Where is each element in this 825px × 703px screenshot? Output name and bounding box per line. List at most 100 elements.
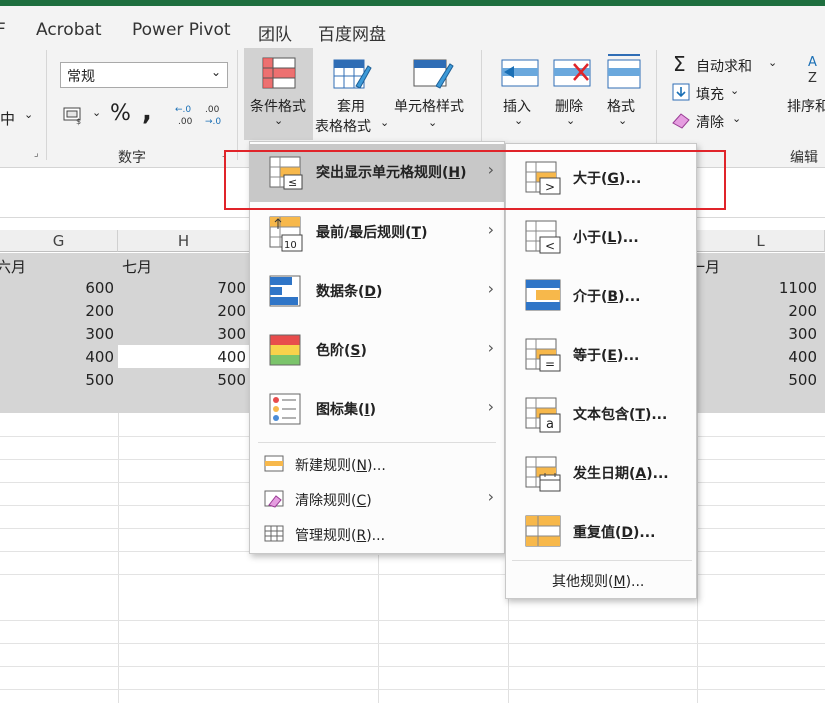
menu-item-top-bottom-rules[interactable]: 10 最前/最后规则(T) › [250, 204, 504, 262]
gridline [697, 528, 825, 529]
tab-acrobat[interactable]: Acrobat [36, 20, 102, 40]
menu-item-data-bars[interactable]: 数据条(D) › [250, 263, 504, 321]
sort-filter-icon[interactable]: A Z [806, 52, 825, 92]
delete-label[interactable]: 删除 [555, 96, 583, 116]
table-cell[interactable]: 200 [0, 300, 118, 323]
menu-item-new-rule[interactable]: 新建规则(N)... [250, 446, 504, 482]
decrease-decimal-icon[interactable]: .00 →.0 [204, 102, 230, 128]
chevron-down-icon[interactable]: ⌄ [618, 114, 627, 127]
menu-item-icon-sets[interactable]: 图标集(I) › [250, 381, 504, 439]
cell-styles-label[interactable]: 单元格样式 [394, 96, 464, 116]
gridline [0, 459, 250, 460]
table-cell[interactable]: 500 [118, 369, 250, 392]
submenu-item-more-rules[interactable]: 其他规则(M)... [506, 562, 696, 598]
equal-to-icon: = [525, 338, 561, 372]
table-cell[interactable]: 700 [118, 277, 250, 300]
chevron-down-icon[interactable]: ⌄ [768, 56, 777, 69]
alignment-partial-label[interactable]: 中 [0, 108, 15, 129]
table-cell[interactable]: 200 [118, 300, 250, 323]
gridline [0, 528, 250, 529]
insert-label[interactable]: 插入 [503, 96, 531, 116]
submenu-item-equal-to[interactable]: = 等于(E)... [506, 327, 696, 385]
chevron-down-icon[interactable]: ⌄ [730, 84, 739, 97]
fill-label[interactable]: 填充 [696, 84, 724, 104]
autosum-label[interactable]: 自动求和 [696, 56, 752, 76]
format-label[interactable]: 格式 [607, 96, 635, 116]
table-cell[interactable]: 300 [0, 323, 118, 346]
number-format-combo[interactable]: 常规 ⌄ [60, 62, 228, 88]
gridline [118, 413, 119, 703]
ribbon-tab-bar: F Acrobat Power Pivot 团队 百度网盘 [0, 6, 825, 45]
submenu-item-less-than[interactable]: < 小于(L)... [506, 209, 696, 267]
submenu-item-duplicate-values[interactable]: 重复值(D)... [506, 504, 696, 562]
insert-cells-icon[interactable] [500, 56, 540, 90]
conditional-formatting-button[interactable]: 条件格式 ⌄ [244, 48, 313, 140]
chevron-down-icon[interactable]: ⌄ [428, 116, 437, 129]
column-header-h[interactable]: H [118, 230, 250, 252]
submenu-item-date-occurring[interactable]: 发生日期(A)... [506, 445, 696, 503]
table-cell[interactable]: 300 [697, 323, 821, 346]
svg-text:.00: .00 [205, 105, 220, 115]
sort-filter-label[interactable]: 排序和 [787, 96, 825, 116]
column-header-g[interactable]: G [0, 230, 118, 252]
dialog-launcher-icon[interactable]: ⌟ [34, 148, 39, 159]
chevron-down-icon[interactable]: ⌄ [566, 114, 575, 127]
menu-item-manage-rules[interactable]: 管理规则(R)... [250, 516, 504, 552]
gridline [0, 643, 825, 644]
format-as-table-label[interactable]: 套用 [337, 96, 365, 116]
table-cell[interactable]: 600 [0, 277, 118, 300]
chevron-down-icon[interactable]: ⌄ [92, 106, 101, 119]
header-cell-june[interactable]: 六月 [0, 256, 26, 277]
tab-partial[interactable]: F [0, 20, 6, 40]
increase-decimal-icon[interactable]: ←.0 .00 [174, 102, 200, 128]
svg-text:<: < [545, 239, 555, 253]
chevron-right-icon: › [487, 487, 494, 506]
format-cells-icon[interactable] [604, 52, 644, 92]
menu-separator [258, 442, 496, 443]
tab-baidu-netdisk[interactable]: 百度网盘 [318, 20, 386, 45]
delete-cells-icon[interactable] [552, 56, 592, 90]
format-as-table-label-2[interactable]: 表格格式 [315, 116, 371, 136]
chevron-right-icon: › [487, 279, 494, 298]
header-cell-july[interactable]: 七月 [122, 256, 152, 277]
gridline [0, 436, 250, 437]
column-header-l[interactable]: L [697, 230, 825, 252]
fill-down-icon[interactable] [671, 82, 691, 102]
table-cell[interactable]: 400 [0, 346, 118, 369]
svg-text:a: a [546, 417, 554, 432]
comma-style-icon[interactable]: , [142, 97, 152, 127]
chevron-down-icon[interactable]: ⌄ [380, 116, 389, 129]
menu-item-clear-rules[interactable]: 清除规则(C) › [250, 481, 504, 517]
accounting-format-icon[interactable]: $ [62, 104, 88, 126]
tab-team[interactable]: 团队 [258, 20, 292, 45]
clear-label[interactable]: 清除 [696, 112, 724, 132]
table-cell[interactable]: 400 [697, 346, 821, 369]
table-cell[interactable]: 400 [118, 346, 250, 369]
chevron-down-icon[interactable]: ⌄ [732, 112, 741, 125]
between-icon [525, 279, 561, 311]
table-cell[interactable]: 500 [0, 369, 118, 392]
chevron-down-icon[interactable]: ⌄ [24, 108, 33, 121]
table-cell[interactable]: 1100 [697, 277, 821, 300]
svg-text:A: A [808, 55, 817, 70]
format-as-table-icon[interactable] [332, 56, 372, 92]
svg-text:Z: Z [808, 71, 817, 86]
number-format-value: 常规 [67, 69, 95, 85]
tab-power-pivot[interactable]: Power Pivot [132, 20, 231, 40]
group-separator [46, 50, 47, 160]
table-cell[interactable]: 500 [697, 369, 821, 392]
submenu-item-text-contains[interactable]: a 文本包含(T)... [506, 386, 696, 444]
gridline [0, 574, 825, 575]
table-cell[interactable]: 200 [697, 300, 821, 323]
percent-style-icon[interactable]: % [110, 101, 131, 126]
svg-text:10: 10 [284, 240, 297, 251]
chevron-down-icon[interactable]: ⌄ [514, 114, 523, 127]
chevron-down-icon[interactable]: ⌄ [211, 65, 221, 79]
submenu-item-between[interactable]: 介于(B)... [506, 268, 696, 326]
eraser-icon[interactable] [671, 110, 691, 130]
table-cell[interactable]: 300 [118, 323, 250, 346]
data-bars-icon [269, 275, 301, 307]
menu-item-color-scales[interactable]: 色阶(S) › [250, 322, 504, 380]
cell-styles-icon[interactable] [412, 56, 454, 92]
autosum-icon[interactable]: Σ [673, 52, 686, 76]
